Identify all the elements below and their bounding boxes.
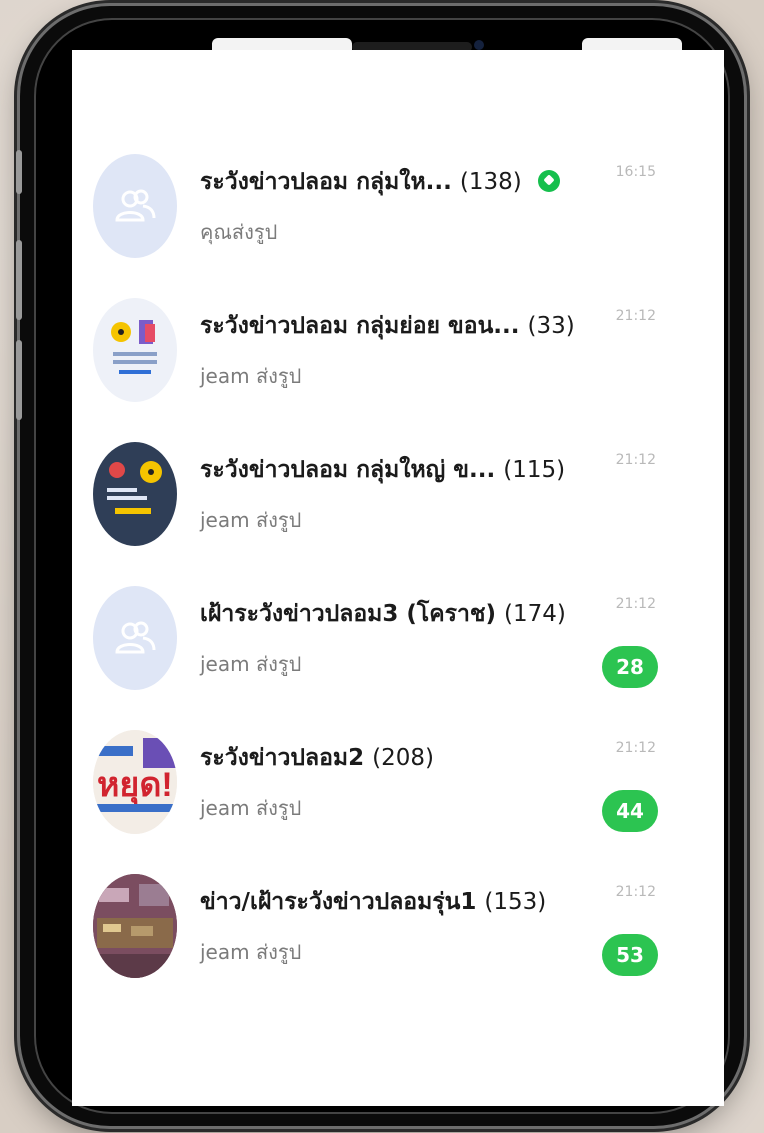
stop-sign-image: หยุด! <box>93 730 177 834</box>
chat-list-item[interactable]: เฝ้าระวังข่าวปลอม3 (โคราช) (174) jeam ส่… <box>72 582 724 726</box>
chat-title: ระวังข่าวปลอม กลุ่มย่อย ขอน... (33) <box>200 308 575 344</box>
member-count: (174) <box>504 601 566 627</box>
chat-name: ระวังข่าวปลอม กลุ่มย่อย ขอน... <box>200 313 520 339</box>
group-placeholder-avatar <box>93 586 177 690</box>
chat-list: ระวังข่าวปลอม กลุ่มให... (138) คุณส่งรูป… <box>72 150 724 1014</box>
message-time: 21:12 <box>615 452 656 468</box>
chat-name: ข่าว/เฝ้าระวังข่าวปลอมรุ่น1 <box>200 889 477 915</box>
member-count: (115) <box>503 457 566 483</box>
group-icon <box>115 621 156 654</box>
chat-name: ระวังข่าวปลอม2 <box>200 745 365 771</box>
phone-mute-switch <box>16 150 22 194</box>
last-message-preview: jeam ส่งรูป <box>200 652 302 676</box>
group-photo-avatar <box>93 874 177 978</box>
last-message-preview: jeam ส่งรูป <box>200 796 302 820</box>
group-photo-image <box>93 874 177 978</box>
chat-name: ระวังข่าวปลอม กลุ่มให... <box>200 169 452 195</box>
phone-screen: ระวังข่าวปลอม กลุ่มให... (138) คุณส่งรูป… <box>72 50 724 1106</box>
member-count: (138) <box>459 169 522 195</box>
chat-title: เฝ้าระวังข่าวปลอม3 (โคราช) (174) <box>200 596 566 632</box>
message-time: 21:12 <box>615 596 656 612</box>
chat-title: ระวังข่าวปลอม2 (208) <box>200 740 434 776</box>
chat-list-item[interactable]: ระวังข่าวปลอม กลุ่มย่อย ขอน... (33) jeam… <box>72 294 724 438</box>
last-message-preview: jeam ส่งรูป <box>200 940 302 964</box>
chat-title: ข่าว/เฝ้าระวังข่าวปลอมรุ่น1 (153) <box>200 884 546 920</box>
chat-title: ระวังข่าวปลอม กลุ่มให... (138) <box>200 164 560 200</box>
stop-sign-text: หยุด! <box>97 766 173 806</box>
group-logo-avatar <box>93 298 177 402</box>
chat-list-item[interactable]: หยุด! ระวังข่าวปลอม2 (208) jeam ส่งรูป 2… <box>72 726 724 870</box>
group-logo-avatar <box>93 442 177 546</box>
unread-count-badge: 53 <box>602 934 658 976</box>
phone-volume-up-button <box>16 240 22 320</box>
chat-title: ระวังข่าวปลอม กลุ่มใหญ่ ข... (115) <box>200 452 565 488</box>
message-time: 16:15 <box>615 164 656 180</box>
chat-list-item[interactable]: ระวังข่าวปลอม กลุ่มให... (138) คุณส่งรูป… <box>72 150 724 294</box>
message-time: 21:12 <box>615 740 656 756</box>
group-logo-image <box>111 320 157 374</box>
last-message-preview: คุณส่งรูป <box>200 220 278 244</box>
phone-volume-down-button <box>16 340 22 420</box>
unread-count-badge: 44 <box>602 790 658 832</box>
message-time: 21:12 <box>615 308 656 324</box>
chat-list-item[interactable]: ระวังข่าวปลอม กลุ่มใหญ่ ข... (115) jeam … <box>72 438 724 582</box>
unread-count-badge: 28 <box>602 646 658 688</box>
member-count: (208) <box>372 745 434 771</box>
group-placeholder-avatar <box>93 154 177 258</box>
last-message-preview: jeam ส่งรูป <box>200 364 302 388</box>
group-photo-avatar: หยุด! <box>93 730 177 834</box>
chat-name: ระวังข่าวปลอม กลุ่มใหญ่ ข... <box>200 457 496 483</box>
member-count: (153) <box>484 889 547 915</box>
last-message-preview: jeam ส่งรูป <box>200 508 302 532</box>
chat-list-item[interactable]: ข่าว/เฝ้าระวังข่าวปลอมรุ่น1 (153) jeam ส… <box>72 870 724 1014</box>
front-camera <box>474 40 484 50</box>
message-time: 21:12 <box>615 884 656 900</box>
group-icon <box>115 189 156 222</box>
official-badge-icon <box>537 169 560 192</box>
member-count: (33) <box>527 313 575 339</box>
group-logo-image <box>107 461 162 514</box>
chat-name: เฝ้าระวังข่าวปลอม3 (โคราช) <box>200 601 496 627</box>
